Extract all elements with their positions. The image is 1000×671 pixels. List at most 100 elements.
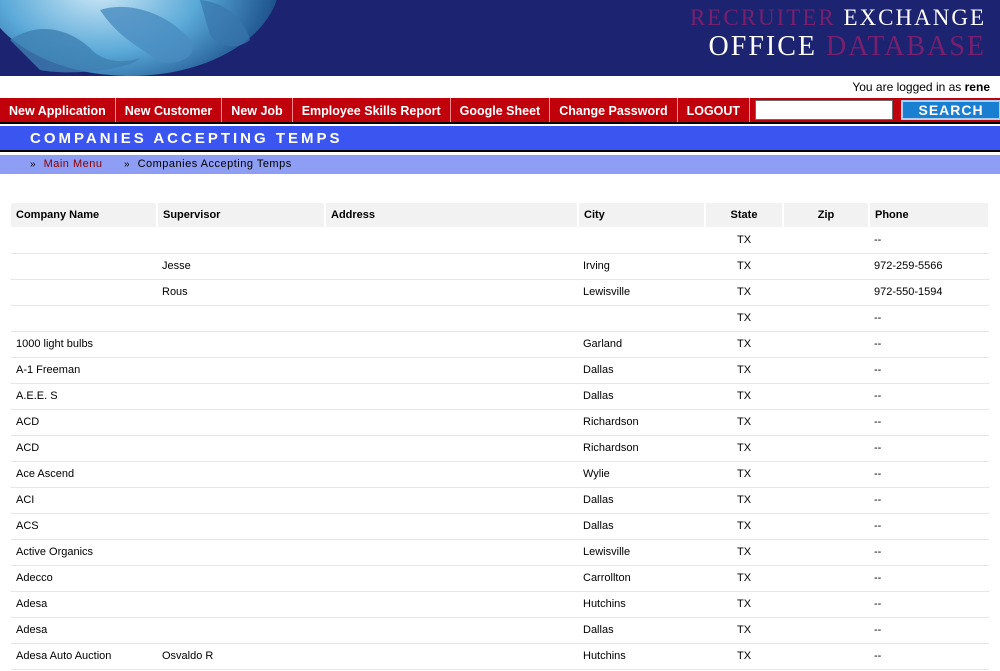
phone-cell: -- bbox=[869, 539, 989, 566]
phone-cell: 972-259-5566 bbox=[869, 253, 989, 280]
table-row[interactable]: Adesa Dallas TX -- bbox=[11, 617, 989, 644]
state-cell: TX bbox=[705, 591, 783, 618]
companies-table-container: Company Name Supervisor Address City Sta… bbox=[11, 203, 990, 670]
phone-cell: -- bbox=[869, 409, 989, 436]
address-cell bbox=[325, 461, 578, 488]
table-row[interactable]: 1000 light bulbs Garland TX -- bbox=[11, 331, 989, 358]
company-name-cell[interactable]: Ace Ascend bbox=[11, 461, 157, 488]
state-cell: TX bbox=[705, 383, 783, 410]
column-header-supervisor[interactable]: Supervisor bbox=[157, 203, 326, 227]
breadcrumb-main-menu-link[interactable]: Main Menu bbox=[44, 158, 103, 170]
nav-new-customer[interactable]: New Customer bbox=[116, 98, 223, 122]
table-row[interactable]: A.E.E. S Dallas TX -- bbox=[11, 383, 989, 410]
table-row[interactable]: ACD Richardson TX -- bbox=[11, 409, 989, 436]
breadcrumb-current-label: Companies Accepting Temps bbox=[137, 158, 292, 170]
city-cell: Richardson bbox=[578, 435, 705, 462]
table-row[interactable]: Active Organics Lewisville TX -- bbox=[11, 539, 989, 566]
company-name-cell[interactable]: Adesa bbox=[11, 591, 157, 618]
breadcrumb-arrow-icon: » bbox=[124, 159, 130, 170]
table-row[interactable]: Adesa Hutchins TX -- bbox=[11, 591, 989, 618]
address-cell bbox=[325, 279, 578, 306]
nav-new-application[interactable]: New Application bbox=[0, 98, 116, 122]
table-row[interactable]: Adesa Auto Auction Osvaldo R Hutchins TX -- bbox=[11, 643, 989, 670]
address-cell bbox=[325, 331, 578, 358]
phone-cell: -- bbox=[869, 513, 989, 540]
phone-cell: -- bbox=[869, 617, 989, 644]
address-cell bbox=[325, 487, 578, 514]
state-cell: TX bbox=[705, 565, 783, 592]
company-name-cell[interactable]: ACS bbox=[11, 513, 157, 540]
supervisor-cell bbox=[157, 227, 325, 254]
supervisor-cell bbox=[157, 383, 325, 410]
zip-cell bbox=[783, 227, 869, 254]
nav-change-password[interactable]: Change Password bbox=[550, 98, 678, 122]
table-row[interactable]: ACS Dallas TX -- bbox=[11, 513, 989, 540]
column-header-phone[interactable]: Phone bbox=[869, 203, 990, 227]
company-name-cell[interactable] bbox=[11, 227, 157, 254]
table-row[interactable]: ACD Richardson TX -- bbox=[11, 435, 989, 462]
supervisor-cell bbox=[157, 591, 325, 618]
address-cell bbox=[325, 383, 578, 410]
zip-cell bbox=[783, 643, 869, 670]
company-name-cell[interactable]: A-1 Freeman bbox=[11, 357, 157, 384]
column-header-state[interactable]: State bbox=[705, 203, 784, 227]
address-cell bbox=[325, 357, 578, 384]
column-header-address[interactable]: Address bbox=[325, 203, 579, 227]
login-username: rene bbox=[964, 80, 990, 94]
main-nav: New Application New Customer New Job Emp… bbox=[0, 98, 1000, 124]
company-name-cell[interactable]: A.E.E. S bbox=[11, 383, 157, 410]
supervisor-cell bbox=[157, 487, 325, 514]
company-name-cell[interactable] bbox=[11, 279, 157, 306]
table-row[interactable]: TX -- bbox=[11, 227, 989, 254]
breadcrumb-current: » Companies Accepting Temps bbox=[124, 155, 292, 174]
company-name-cell[interactable]: Adesa Auto Auction bbox=[11, 643, 157, 670]
company-name-cell[interactable]: ACI bbox=[11, 487, 157, 514]
company-name-cell[interactable]: Active Organics bbox=[11, 539, 157, 566]
column-header-zip[interactable]: Zip bbox=[783, 203, 870, 227]
column-header-company-name[interactable]: Company Name bbox=[11, 203, 158, 227]
table-row[interactable]: Ace Ascend Wylie TX -- bbox=[11, 461, 989, 488]
table-row[interactable]: Jesse Irving TX 972-259-5566 bbox=[11, 253, 989, 280]
city-cell: Dallas bbox=[578, 617, 705, 644]
breadcrumb: » Main Menu » Companies Accepting Temps bbox=[0, 155, 1000, 174]
address-cell bbox=[325, 435, 578, 462]
breadcrumb-main: » Main Menu bbox=[30, 155, 102, 174]
zip-cell bbox=[783, 487, 869, 514]
phone-cell: -- bbox=[869, 383, 989, 410]
company-name-cell[interactable]: ACD bbox=[11, 435, 157, 462]
phone-cell: -- bbox=[869, 357, 989, 384]
nav-logout[interactable]: LOGOUT bbox=[678, 98, 751, 122]
table-row[interactable]: Adecco Carrollton TX -- bbox=[11, 565, 989, 592]
brand-line-2: OFFICE DATABASE bbox=[690, 33, 986, 61]
nav-google-sheet[interactable]: Google Sheet bbox=[451, 98, 551, 122]
company-name-cell[interactable]: 1000 light bulbs bbox=[11, 331, 157, 358]
company-name-cell[interactable]: ACD bbox=[11, 409, 157, 436]
zip-cell bbox=[783, 331, 869, 358]
nav-new-job[interactable]: New Job bbox=[222, 98, 293, 122]
phone-cell: -- bbox=[869, 487, 989, 514]
column-header-city[interactable]: City bbox=[578, 203, 706, 227]
nav-employee-skills-report[interactable]: Employee Skills Report bbox=[293, 98, 451, 122]
company-name-cell[interactable]: Adecco bbox=[11, 565, 157, 592]
table-row[interactable]: Rous Lewisville TX 972-550-1594 bbox=[11, 279, 989, 306]
zip-cell bbox=[783, 409, 869, 436]
title-bar: COMPANIES ACCEPTING TEMPS bbox=[0, 126, 1000, 152]
supervisor-cell bbox=[157, 539, 325, 566]
search-input[interactable] bbox=[755, 100, 894, 120]
state-cell: TX bbox=[705, 409, 783, 436]
city-cell: Lewisville bbox=[578, 279, 705, 306]
search-button[interactable]: SEARCH bbox=[901, 100, 1000, 120]
city-cell: Dallas bbox=[578, 487, 705, 514]
zip-cell bbox=[783, 513, 869, 540]
phone-cell: -- bbox=[869, 435, 989, 462]
table-row[interactable]: ACI Dallas TX -- bbox=[11, 487, 989, 514]
table-row[interactable]: A-1 Freeman Dallas TX -- bbox=[11, 357, 989, 384]
zip-cell bbox=[783, 383, 869, 410]
state-cell: TX bbox=[705, 331, 783, 358]
company-name-cell[interactable]: Adesa bbox=[11, 617, 157, 644]
city-cell: Dallas bbox=[578, 513, 705, 540]
company-name-cell[interactable] bbox=[11, 305, 157, 332]
address-cell bbox=[325, 409, 578, 436]
table-row[interactable]: TX -- bbox=[11, 305, 989, 332]
company-name-cell[interactable] bbox=[11, 253, 157, 280]
